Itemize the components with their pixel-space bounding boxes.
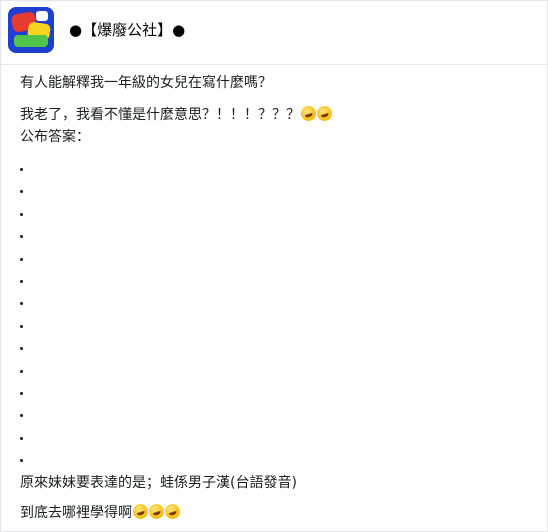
- laughing-emoji-icon: [133, 504, 148, 519]
- post-line-2: 我老了，我看不懂是什麼意思？！！！？？？: [20, 104, 332, 124]
- laughing-emoji-icon: [317, 106, 332, 121]
- page-name-link[interactable]: ●【爆廢公社】●: [69, 19, 185, 40]
- dot-line: [20, 392, 23, 395]
- dot-line: [20, 235, 23, 238]
- post-line-last-text: 到底去哪裡學得啊: [20, 505, 132, 521]
- laughing-emoji-icon: [165, 504, 180, 519]
- post-line-2-text: 我老了，我看不懂是什麼意思？！！！？？？: [20, 107, 300, 123]
- dot-line: [20, 302, 23, 305]
- dot-line: [20, 190, 23, 193]
- dot-line: [20, 414, 23, 417]
- post-line-last: 到底去哪裡學得啊: [20, 502, 180, 522]
- post-line-3: 公布答案：: [20, 129, 90, 145]
- dot-line: [20, 459, 23, 462]
- post-answer: 原來妹妹要表達的是；蛙係男子漢(台語發音): [20, 475, 297, 491]
- dot-line: [20, 168, 23, 171]
- laughing-emoji-icon: [301, 106, 316, 121]
- dot-line: [20, 258, 23, 261]
- post-header: ●【爆廢公社】●: [1, 1, 547, 65]
- dot-line: [20, 213, 23, 216]
- laughing-emoji-icon: [149, 504, 164, 519]
- dot-line: [20, 347, 23, 350]
- post-line-1: 有人能解釋我一年級的女兒在寫什麼嗎？: [20, 75, 272, 91]
- dot-line: [20, 325, 23, 328]
- dot-line: [20, 437, 23, 440]
- page-avatar[interactable]: [8, 7, 54, 53]
- dot-line: [20, 280, 23, 283]
- dot-line: [20, 370, 23, 373]
